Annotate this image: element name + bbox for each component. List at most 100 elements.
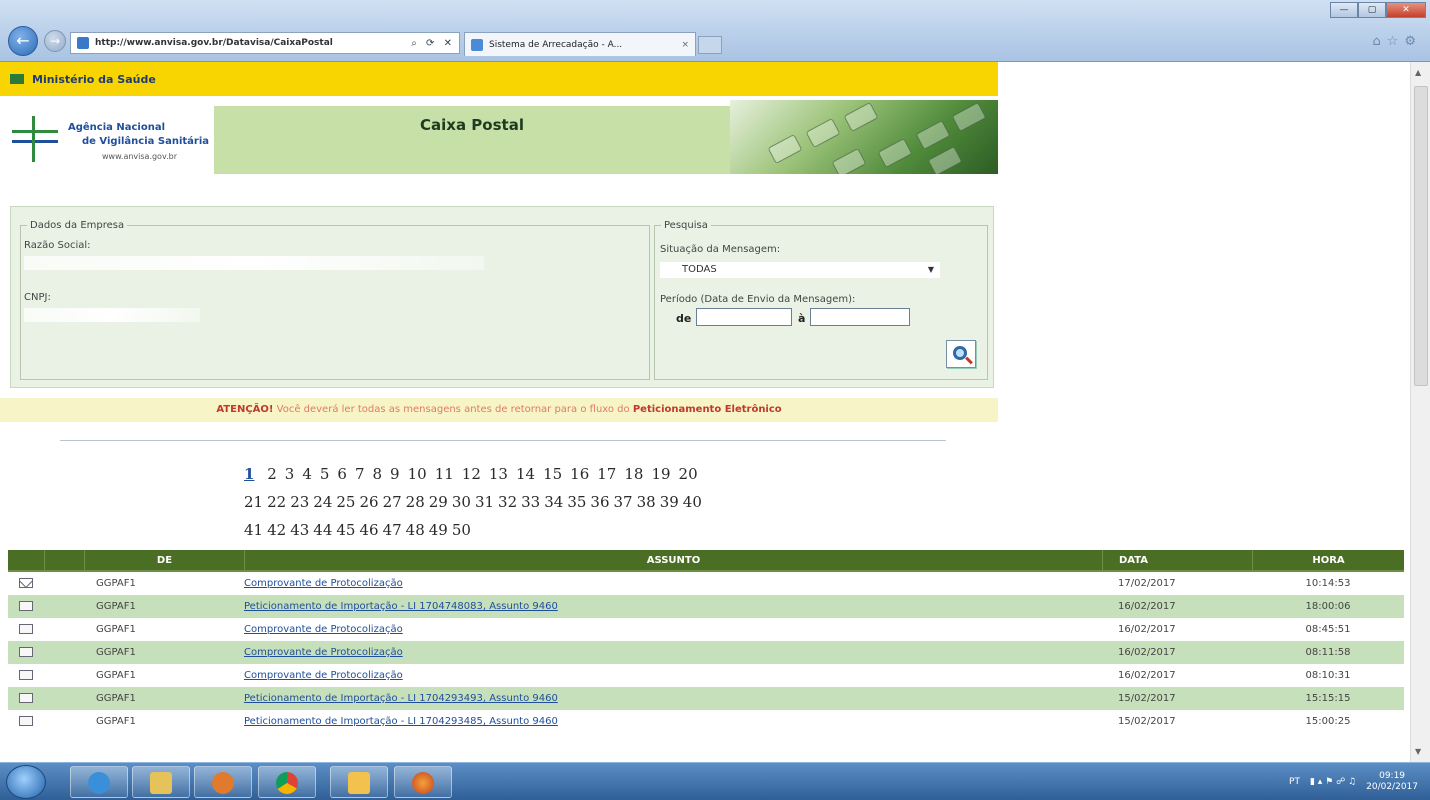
anvisa-logo[interactable]: Agência Nacional de Vigilância Sanitária… bbox=[6, 106, 212, 174]
taskbar-ie-button[interactable] bbox=[70, 766, 128, 798]
page-link[interactable]: 28 bbox=[406, 488, 425, 516]
page-link[interactable]: 24 bbox=[313, 488, 332, 516]
table-row[interactable]: GGPAF1 Comprovante de Protocolização 17/02… bbox=[8, 572, 1404, 595]
assunto-link[interactable]: Peticionamento de Importação - LI 170429… bbox=[244, 693, 558, 704]
taskbar-chrome-button[interactable] bbox=[258, 766, 316, 798]
page-link[interactable]: 47 bbox=[383, 516, 402, 544]
page-link[interactable]: 23 bbox=[290, 488, 309, 516]
scroll-thumb[interactable] bbox=[1414, 86, 1428, 386]
page-link[interactable]: 37 bbox=[614, 488, 633, 516]
page-link[interactable]: 40 bbox=[683, 488, 702, 516]
page-link[interactable]: 29 bbox=[429, 488, 448, 516]
page-link[interactable]: 20 bbox=[679, 460, 698, 488]
header-assunto[interactable]: ASSUNTO bbox=[244, 550, 1102, 570]
assunto-link[interactable]: Peticionamento de Importação - LI 170429… bbox=[244, 716, 558, 727]
page-link-current[interactable]: 1 bbox=[244, 460, 254, 488]
page-link[interactable]: 2 bbox=[267, 460, 277, 488]
language-indicator[interactable]: PT bbox=[1289, 777, 1300, 787]
page-link[interactable]: 22 bbox=[267, 488, 286, 516]
page-link[interactable]: 7 bbox=[355, 460, 365, 488]
page-link[interactable]: 50 bbox=[452, 516, 471, 544]
close-window-button[interactable]: ✕ bbox=[1386, 2, 1426, 18]
assunto-link[interactable]: Comprovante de Protocolização bbox=[244, 578, 403, 589]
page-link[interactable]: 31 bbox=[475, 488, 494, 516]
taskbar-outlook-button[interactable] bbox=[330, 766, 388, 798]
scroll-down-icon[interactable]: ▼ bbox=[1415, 747, 1421, 756]
taskbar-explorer-button[interactable] bbox=[132, 766, 190, 798]
page-link[interactable]: 15 bbox=[543, 460, 562, 488]
page-link[interactable]: 42 bbox=[267, 516, 286, 544]
assunto-link[interactable]: Peticionamento de Importação - LI 170474… bbox=[244, 601, 558, 612]
page-link[interactable]: 33 bbox=[521, 488, 540, 516]
page-link[interactable]: 48 bbox=[406, 516, 425, 544]
header-data[interactable]: DATA bbox=[1102, 550, 1252, 570]
browser-tools-icons[interactable]: ⌂☆⚙ bbox=[1372, 34, 1422, 49]
table-row[interactable]: GGPAF1 Comprovante de Protocolização 16/02… bbox=[8, 641, 1404, 664]
peticionamento-link[interactable]: Peticionamento Eletrônico bbox=[633, 404, 782, 415]
date-to-input[interactable] bbox=[810, 308, 910, 326]
assunto-link[interactable]: Comprovante de Protocolização bbox=[244, 647, 403, 658]
address-search-icon[interactable]: ⌕ ⟳ ✕ bbox=[411, 38, 459, 49]
taskbar-firefox-button[interactable] bbox=[394, 766, 452, 798]
clock[interactable]: 09:19 20/02/2017 bbox=[1366, 771, 1418, 793]
maximize-button[interactable]: ▢ bbox=[1358, 2, 1386, 18]
page-link[interactable]: 11 bbox=[435, 460, 454, 488]
envelope-icon[interactable] bbox=[8, 618, 44, 641]
tray-icons[interactable]: ▮ ▴ ⚑ ☍ ♫ bbox=[1310, 777, 1356, 787]
page-link[interactable]: 44 bbox=[313, 516, 332, 544]
taskbar-media-button[interactable] bbox=[194, 766, 252, 798]
page-link[interactable]: 8 bbox=[373, 460, 383, 488]
page-link[interactable]: 43 bbox=[290, 516, 309, 544]
search-button[interactable] bbox=[946, 340, 976, 368]
page-link[interactable]: 4 bbox=[302, 460, 312, 488]
page-link[interactable]: 12 bbox=[462, 460, 481, 488]
page-link[interactable]: 34 bbox=[544, 488, 563, 516]
table-row[interactable]: GGPAF1 Peticionamento de Importação - LI … bbox=[8, 710, 1404, 733]
page-link[interactable]: 27 bbox=[383, 488, 402, 516]
page-link[interactable]: 38 bbox=[637, 488, 656, 516]
envelope-icon[interactable] bbox=[8, 664, 44, 687]
page-link[interactable]: 35 bbox=[567, 488, 586, 516]
page-link[interactable]: 6 bbox=[337, 460, 347, 488]
page-link[interactable]: 45 bbox=[336, 516, 355, 544]
envelope-icon[interactable] bbox=[8, 710, 44, 733]
forward-button[interactable]: → bbox=[44, 30, 66, 52]
header-hora[interactable]: HORA bbox=[1252, 550, 1404, 570]
assunto-link[interactable]: Comprovante de Protocolização bbox=[244, 670, 403, 681]
page-link[interactable]: 18 bbox=[624, 460, 643, 488]
page-scrollbar[interactable]: ▲ ▼ bbox=[1410, 62, 1430, 762]
envelope-icon[interactable] bbox=[8, 572, 44, 595]
page-link[interactable]: 26 bbox=[359, 488, 378, 516]
page-link[interactable]: 46 bbox=[359, 516, 378, 544]
envelope-icon[interactable] bbox=[8, 687, 44, 710]
scroll-up-icon[interactable]: ▲ bbox=[1415, 68, 1421, 77]
table-row[interactable]: GGPAF1 Peticionamento de Importação - LI … bbox=[8, 595, 1404, 618]
page-link[interactable]: 30 bbox=[452, 488, 471, 516]
page-link[interactable]: 16 bbox=[570, 460, 589, 488]
page-link[interactable]: 19 bbox=[651, 460, 670, 488]
page-link[interactable]: 32 bbox=[498, 488, 517, 516]
situacao-select[interactable]: TODAS ▼ bbox=[660, 262, 940, 278]
header-de[interactable]: DE bbox=[84, 550, 244, 570]
page-link[interactable]: 13 bbox=[489, 460, 508, 488]
page-link[interactable]: 5 bbox=[320, 460, 330, 488]
page-link[interactable]: 21 bbox=[244, 488, 263, 516]
page-link[interactable]: 17 bbox=[597, 460, 616, 488]
page-link[interactable]: 36 bbox=[590, 488, 609, 516]
back-button[interactable]: ← bbox=[8, 26, 38, 56]
table-row[interactable]: GGPAF1 Comprovante de Protocolização 16/02… bbox=[8, 664, 1404, 687]
tab-close-icon[interactable]: × bbox=[681, 40, 689, 50]
envelope-icon[interactable] bbox=[8, 595, 44, 618]
page-link[interactable]: 25 bbox=[336, 488, 355, 516]
assunto-link[interactable]: Comprovante de Protocolização bbox=[244, 624, 403, 635]
new-tab-button[interactable] bbox=[698, 36, 722, 54]
start-button[interactable] bbox=[6, 765, 46, 799]
page-link[interactable]: 10 bbox=[408, 460, 427, 488]
address-bar[interactable]: http://www.anvisa.gov.br/Datavisa/CaixaP… bbox=[70, 32, 460, 54]
envelope-icon[interactable] bbox=[8, 641, 44, 664]
table-row[interactable]: GGPAF1 Peticionamento de Importação - LI … bbox=[8, 687, 1404, 710]
page-link[interactable]: 3 bbox=[285, 460, 295, 488]
browser-tab[interactable]: Sistema de Arrecadação - A... × bbox=[464, 32, 696, 56]
table-row[interactable]: GGPAF1 Comprovante de Protocolização 16/02… bbox=[8, 618, 1404, 641]
page-link[interactable]: 9 bbox=[390, 460, 400, 488]
